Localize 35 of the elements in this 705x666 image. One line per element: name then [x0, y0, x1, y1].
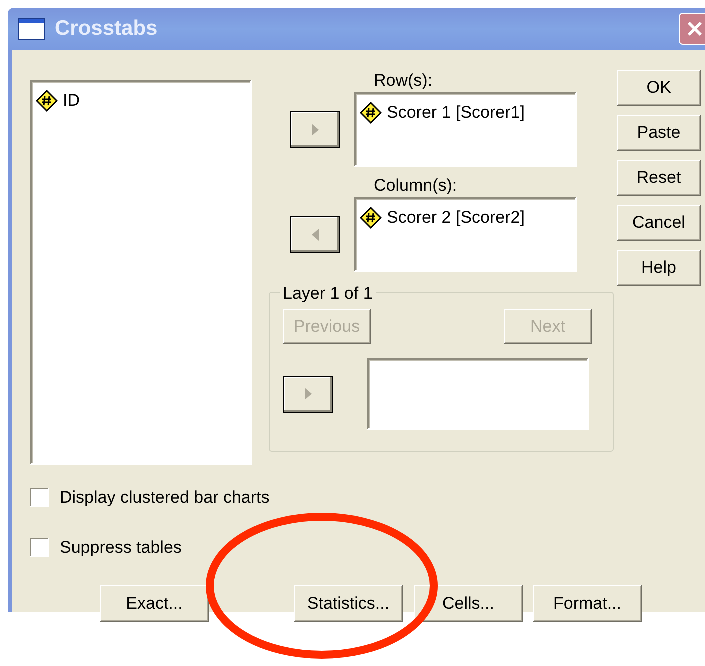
dialog-button[interactable]: Statistics...	[294, 585, 403, 622]
variable-list[interactable]: ID	[30, 80, 252, 465]
dialog-button[interactable]: Cells...	[414, 585, 523, 622]
dialog-button[interactable]: OK	[617, 70, 701, 106]
window-title: Crosstabs	[55, 16, 158, 42]
dialog-button[interactable]: Reset	[617, 160, 701, 196]
variable-label: ID	[63, 90, 80, 112]
variable-label: Scorer 1 [Scorer1]	[387, 102, 525, 124]
window-icon	[18, 18, 45, 40]
checkbox[interactable]	[30, 488, 49, 508]
columns-list[interactable]: Scorer 2 [Scorer2]	[354, 197, 577, 272]
checkbox-label: Suppress tables	[60, 536, 182, 558]
variable-label: Scorer 2 [Scorer2]	[387, 207, 525, 229]
move-button[interactable]	[283, 376, 333, 412]
list-item[interactable]: Scorer 2 [Scorer2]	[360, 205, 571, 230]
dialog-button[interactable]: Exact...	[100, 585, 209, 622]
move-button[interactable]	[290, 111, 340, 148]
list-item[interactable]: ID	[36, 88, 246, 114]
list-item[interactable]: Scorer 1 [Scorer1]	[360, 100, 571, 126]
numeric-variable-icon	[360, 102, 382, 124]
dialog-button[interactable]: Format...	[533, 585, 642, 622]
layer-list[interactable]	[367, 358, 589, 430]
rows-label: Row(s):	[374, 70, 434, 92]
dialog-button[interactable]: Paste	[617, 115, 701, 151]
columns-label: Column(s):	[374, 175, 458, 197]
numeric-variable-icon	[360, 206, 382, 229]
checkbox[interactable]	[30, 538, 49, 557]
close-button[interactable]	[679, 13, 705, 45]
dialog-button[interactable]: Help	[617, 250, 701, 286]
close-icon	[686, 20, 704, 38]
rows-list[interactable]: Scorer 1 [Scorer1]	[354, 92, 577, 167]
numeric-variable-icon	[36, 90, 58, 112]
move-button[interactable]	[290, 216, 340, 253]
checkbox-label: Display clustered bar charts	[60, 487, 270, 509]
dialog-button[interactable]: Cancel	[617, 205, 701, 241]
